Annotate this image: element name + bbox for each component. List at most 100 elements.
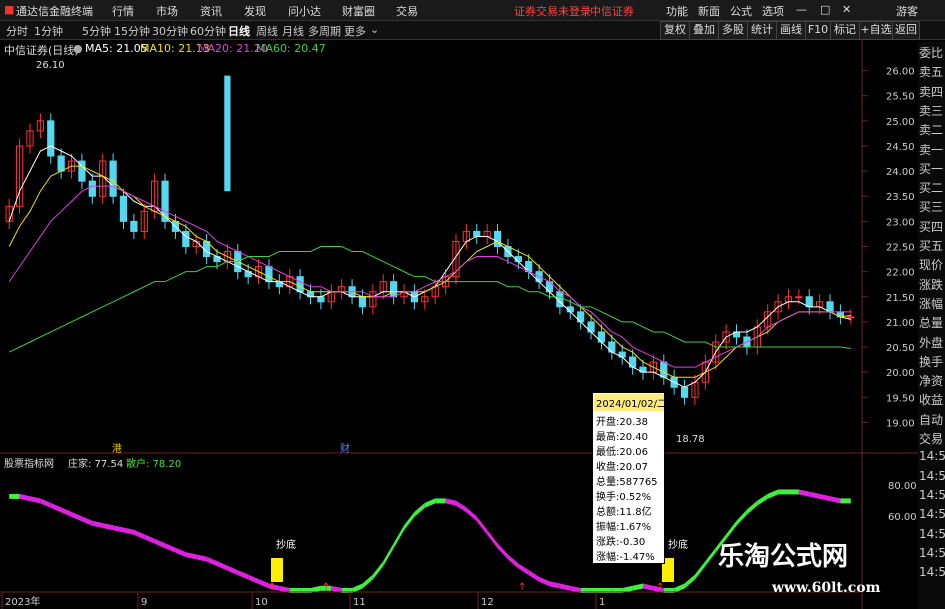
side-label[interactable]: 卖一 [919,141,945,158]
menu-item-discover[interactable]: 发现 [244,3,266,19]
candle-body[interactable] [57,155,65,172]
indicator-band-segment [632,583,643,591]
tooltip-line: 涨幅:-1.47% [596,552,655,563]
draw-line-button[interactable]: 画线 [776,21,806,40]
candle-body[interactable] [680,386,689,398]
candle-body[interactable] [88,180,96,197]
side-label[interactable]: 14:50 [919,469,945,483]
side-label[interactable]: 净资 [919,372,945,389]
side-label[interactable]: 买五 [919,237,945,254]
candle-body[interactable] [847,316,855,319]
side-label[interactable]: 14:50 [919,507,945,521]
adjust-button[interactable]: 复权 [660,21,690,40]
menu-item-formula[interactable]: 公式 [730,3,752,19]
side-label[interactable]: 卖二 [919,121,945,138]
period-tab-daily[interactable]: 日线 [228,23,250,39]
period-tab-5min[interactable]: 5分钟 [82,23,111,39]
side-label[interactable]: 买一 [919,160,945,177]
watermark-title: 乐淘公式网 [718,542,849,572]
candle-body[interactable] [47,120,55,157]
add-watchlist-button[interactable]: +自选 [859,21,893,40]
side-label[interactable]: 总量 [919,314,945,331]
menu-item-ask[interactable]: 问小达 [288,3,321,19]
side-label[interactable]: 外盘 [919,334,945,351]
period-tab-monthly[interactable]: 月线 [282,23,304,39]
indicator-band-segment [476,516,488,535]
candle-body[interactable] [109,160,117,197]
candle-body[interactable] [390,281,398,298]
menu-item-function[interactable]: 功能 [666,3,688,19]
menu-item-wealth[interactable]: 财富圈 [342,3,375,19]
minimize-icon[interactable]: — [796,3,807,16]
side-label[interactable]: 换手 [919,353,945,370]
candle-body[interactable] [265,266,273,283]
candle-body[interactable] [130,220,138,232]
side-label[interactable]: 14:50 [919,565,945,579]
price-tick-label: 19.00 [886,418,915,429]
period-tab-1min[interactable]: 1分钟 [34,23,63,39]
candle-body[interactable] [660,361,668,378]
menu-item-news[interactable]: 资讯 [200,3,222,19]
chevron-down-icon[interactable]: ⌄ [370,23,379,36]
menu-item-market[interactable]: 市场 [156,3,178,19]
side-label[interactable]: 卖五 [919,63,945,80]
candle-body[interactable] [473,230,481,237]
tooltip-line: 振幅:1.67% [596,522,652,533]
side-label[interactable]: 14:50 [919,449,945,463]
kline-chart[interactable]: 26.00 25.50 25.00 24.50 24.00 23.50 23.00 22.50… [0,40,918,609]
side-label[interactable]: 涨跌 [919,276,945,293]
side-label[interactable]: 14:50 [919,546,945,560]
overlay-button[interactable]: 叠加 [689,21,719,40]
candle-body[interactable] [296,276,304,293]
price-tick-label: 20.50 [886,343,915,354]
side-label[interactable]: 买三 [919,198,945,215]
app-logo-icon: ■ [4,3,15,16]
menu-item-trade[interactable]: 交易 [396,3,418,19]
event-mark-finance[interactable]: 财 [340,442,350,455]
ind-tick-60: 60.00 [888,512,917,523]
side-label[interactable]: 买二 [919,179,945,196]
period-tab-multi[interactable]: 多周期 [308,23,341,39]
candle-body[interactable] [317,296,325,303]
side-label[interactable]: 买四 [919,218,945,235]
period-tab-60min[interactable]: 60分钟 [190,23,226,39]
side-label[interactable]: 自动 [919,411,945,428]
period-tab-timeshare[interactable]: 分时 [6,23,28,39]
indicator-band-segment [757,493,768,506]
side-label[interactable]: 14:50 [919,527,945,541]
indicator-band-segment [778,489,789,495]
period-tab-30min[interactable]: 30分钟 [152,23,188,39]
multi-stock-button[interactable]: 多股 [718,21,748,40]
mark-button[interactable]: 标记 [830,21,860,40]
candle-body[interactable] [358,296,367,308]
indicator-band-segment [528,570,540,582]
side-label[interactable]: 14:50 [919,488,945,502]
candle-body[interactable] [224,75,231,192]
candle-body[interactable] [119,195,128,222]
side-label[interactable]: 卖三 [919,102,945,119]
login-status[interactable]: 证券交易未登录 [514,3,591,19]
side-label[interactable]: 交易 [919,430,945,447]
indicator-band-segment [185,552,197,560]
period-tab-more[interactable]: 更多 [344,23,366,39]
indicator-band-segment [133,529,145,540]
f10-button[interactable]: F10 [805,21,831,40]
guest-label[interactable]: 游客 [896,3,918,19]
menu-item-options[interactable]: 选项 [762,3,784,19]
period-tab-15min[interactable]: 15分钟 [114,23,150,39]
maximize-icon[interactable]: □ [820,3,830,16]
back-button[interactable]: 返回 [892,21,920,40]
side-label[interactable]: 收益 [919,391,945,408]
side-label[interactable]: 现价 [919,256,945,273]
candle-body[interactable] [795,296,803,299]
menu-item-layout[interactable]: 新面 [698,3,720,19]
side-label[interactable]: 委比 [919,44,945,61]
menu-item-quotes[interactable]: 行情 [112,3,134,19]
event-mark-hk[interactable]: 港 [112,443,122,455]
period-tab-weekly[interactable]: 周线 [256,23,278,39]
stats-button[interactable]: 统计 [747,21,777,40]
indicator-name[interactable]: 股票指标网 [4,457,54,470]
close-icon[interactable]: ✕ [842,3,851,16]
side-label[interactable]: 涨幅 [919,295,945,312]
side-label[interactable]: 卖四 [919,83,945,100]
